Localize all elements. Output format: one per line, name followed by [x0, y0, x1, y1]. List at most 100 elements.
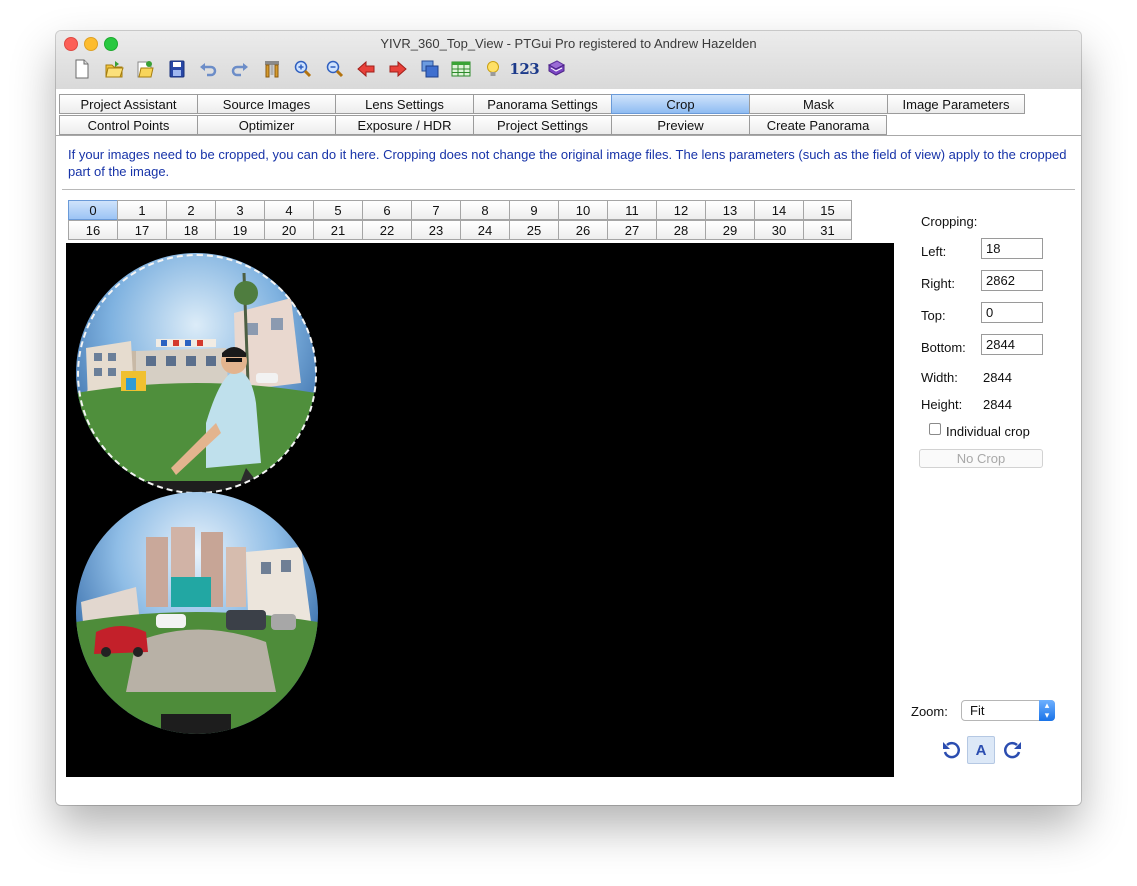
image-number-button[interactable]: 3 [215, 200, 264, 220]
tab-exposure-hdr[interactable]: Exposure / HDR [335, 115, 473, 135]
zoom-in-icon [294, 60, 312, 78]
toolbar: 123 [68, 57, 574, 81]
image-number-button[interactable]: 5 [313, 200, 362, 220]
zoom-label: Zoom: [911, 704, 948, 719]
tab-control-points[interactable]: Control Points [59, 115, 197, 135]
crop-info-text: If your images need to be cropped, you c… [68, 147, 1067, 179]
height-value: 2844 [983, 397, 1012, 412]
image-number-button[interactable]: 8 [460, 200, 509, 220]
image-number-button[interactable]: 14 [754, 200, 803, 220]
tab-crop[interactable]: Crop [611, 94, 749, 114]
image-number-button[interactable]: 2 [166, 200, 215, 220]
tab-project-assistant[interactable]: Project Assistant [59, 94, 197, 114]
image-number-button[interactable]: 24 [460, 220, 509, 240]
auto-rotate-button[interactable]: A [967, 736, 995, 764]
image-number-button[interactable]: 0 [68, 200, 117, 220]
tab-source-images[interactable]: Source Images [197, 94, 335, 114]
zoom-in-button[interactable] [289, 57, 317, 81]
image-number-button[interactable]: 21 [313, 220, 362, 240]
tab-divider [56, 135, 1081, 136]
tab-mask[interactable]: Mask [749, 94, 887, 114]
tips-button[interactable] [479, 57, 507, 81]
image-number-button[interactable]: 16 [68, 220, 117, 240]
auto-rotate-icon: A [975, 741, 987, 759]
lightbulb-icon [486, 61, 499, 76]
tools-button[interactable] [258, 57, 286, 81]
bottom-input[interactable]: 2844 [981, 334, 1043, 355]
image-number-selector: 0 1 2 3 4 5 6 7 8 9 10 11 12 13 14 15 16… [68, 200, 852, 240]
image-number-button[interactable]: 31 [803, 220, 852, 240]
tab-project-settings[interactable]: Project Settings [473, 115, 611, 135]
next-button[interactable] [384, 57, 412, 81]
tab-optimizer[interactable]: Optimizer [197, 115, 335, 135]
image-number-button[interactable]: 13 [705, 200, 754, 220]
no-crop-button[interactable]: No Crop [919, 449, 1043, 468]
height-label: Height: [921, 397, 963, 412]
image-number-button[interactable]: 20 [264, 220, 313, 240]
arrow-left-icon [357, 60, 375, 78]
left-input[interactable]: 18 [981, 238, 1043, 259]
top-input[interactable]: 0 [981, 302, 1043, 323]
width-label: Width: [921, 370, 958, 385]
rotate-right-button[interactable] [999, 736, 1027, 764]
image-number-button[interactable]: 15 [803, 200, 852, 220]
image-number-button[interactable]: 25 [509, 220, 558, 240]
rotate-left-button[interactable] [937, 736, 965, 764]
image-number-button[interactable]: 18 [166, 220, 215, 240]
image-number-button[interactable]: 11 [607, 200, 656, 220]
image-number-button[interactable]: 28 [656, 220, 705, 240]
image-number-button[interactable]: 17 [117, 220, 166, 240]
right-label: Right: [921, 276, 955, 291]
rotate-right-icon [1004, 741, 1021, 759]
zoom-out-button[interactable] [321, 57, 349, 81]
numbering-icon: 123 [509, 60, 540, 78]
previous-button[interactable] [352, 57, 380, 81]
image-number-button[interactable]: 12 [656, 200, 705, 220]
top-label: Top: [921, 308, 946, 323]
image-number-button[interactable]: 9 [509, 200, 558, 220]
image-number-button[interactable]: 30 [754, 220, 803, 240]
image-number-button[interactable]: 1 [117, 200, 166, 220]
crop-image-viewer[interactable] [66, 243, 894, 777]
help-button[interactable] [542, 57, 570, 81]
image-number-button[interactable]: 4 [264, 200, 313, 220]
open-recent-button[interactable] [131, 57, 159, 81]
select-arrows-icon: ▴ ▾ [1039, 700, 1055, 721]
image-number-button[interactable]: 22 [362, 220, 411, 240]
crop-circle-outline[interactable] [77, 254, 317, 494]
tab-row-1: Project Assistant Source Images Lens Set… [59, 94, 1025, 115]
individual-crop-checkbox[interactable] [929, 423, 941, 435]
tab-create-panorama[interactable]: Create Panorama [749, 115, 887, 135]
image-number-button[interactable]: 27 [607, 220, 656, 240]
arrow-right-icon [389, 60, 407, 78]
open-project-icon [104, 61, 124, 78]
right-input[interactable]: 2862 [981, 270, 1043, 291]
tab-image-parameters[interactable]: Image Parameters [887, 94, 1025, 114]
new-project-button[interactable] [68, 57, 96, 81]
save-project-button[interactable] [163, 57, 191, 81]
image-number-button[interactable]: 26 [558, 220, 607, 240]
tools-icon [264, 61, 279, 78]
zoom-select[interactable]: Fit ▴ ▾ [961, 700, 1055, 721]
image-number-button[interactable]: 23 [411, 220, 460, 240]
tab-preview[interactable]: Preview [611, 115, 749, 135]
tab-lens-settings[interactable]: Lens Settings [335, 94, 473, 114]
image-number-button[interactable]: 7 [411, 200, 460, 220]
undo-button[interactable] [194, 57, 222, 81]
numbering-button[interactable]: 123 [509, 57, 540, 81]
redo-button[interactable] [226, 57, 254, 81]
table-button[interactable] [447, 57, 475, 81]
image-number-button[interactable]: 19 [215, 220, 264, 240]
new-project-icon [75, 59, 89, 79]
rotate-left-icon [943, 741, 960, 759]
image-number-row-1: 0 1 2 3 4 5 6 7 8 9 10 11 12 13 14 15 [68, 200, 852, 220]
image-number-button[interactable]: 10 [558, 200, 607, 220]
cropping-heading: Cropping: [921, 214, 978, 229]
open-project-button[interactable] [100, 57, 128, 81]
fisheye-image-bottom [76, 492, 318, 734]
tab-panorama-settings[interactable]: Panorama Settings [473, 94, 611, 114]
image-number-button[interactable]: 6 [362, 200, 411, 220]
window-title: YIVR_360_Top_View - PTGui Pro registered… [380, 36, 757, 51]
images-button[interactable] [416, 57, 444, 81]
image-number-button[interactable]: 29 [705, 220, 754, 240]
